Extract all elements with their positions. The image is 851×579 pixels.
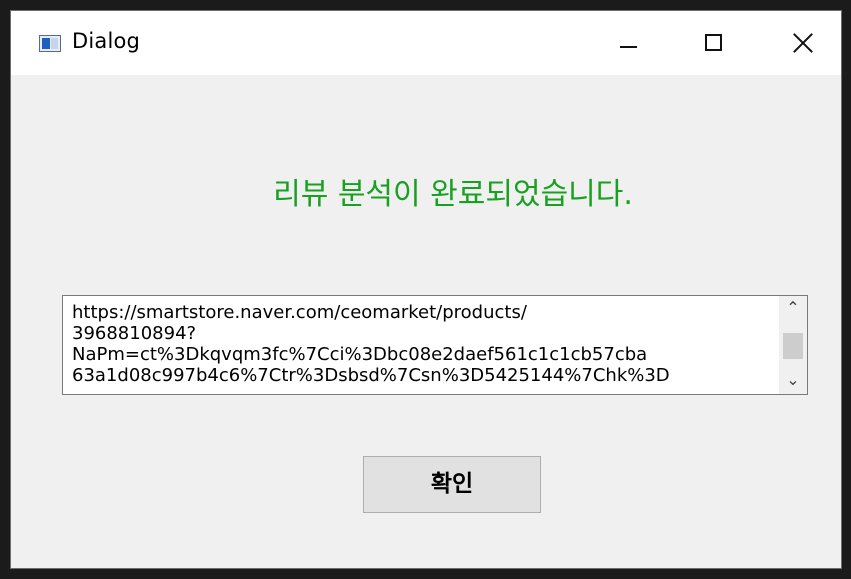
url-textbox[interactable]: https://smartstore.naver.com/ceomarket/p…	[62, 295, 808, 395]
completion-message: 리뷰 분석이 완료되었습니다.	[273, 177, 633, 212]
dialog-window: Dialog 리뷰 분석이 완료되었습니다. https://smartstor…	[10, 10, 842, 569]
maximize-button[interactable]	[683, 11, 747, 75]
minimize-button[interactable]	[599, 11, 663, 75]
vertical-scrollbar[interactable]: ⌃ ⌄	[779, 296, 807, 394]
title-bar[interactable]: Dialog	[11, 11, 841, 75]
window-title: Dialog	[72, 29, 141, 53]
scroll-up-icon[interactable]: ⌃	[779, 298, 807, 322]
close-button[interactable]	[770, 11, 834, 75]
url-text[interactable]: https://smartstore.naver.com/ceomarket/p…	[72, 302, 772, 394]
scrollbar-thumb[interactable]	[783, 333, 803, 359]
ok-button[interactable]: 확인	[363, 456, 541, 513]
scroll-down-icon[interactable]: ⌄	[779, 370, 807, 394]
app-window-icon	[39, 35, 61, 52]
